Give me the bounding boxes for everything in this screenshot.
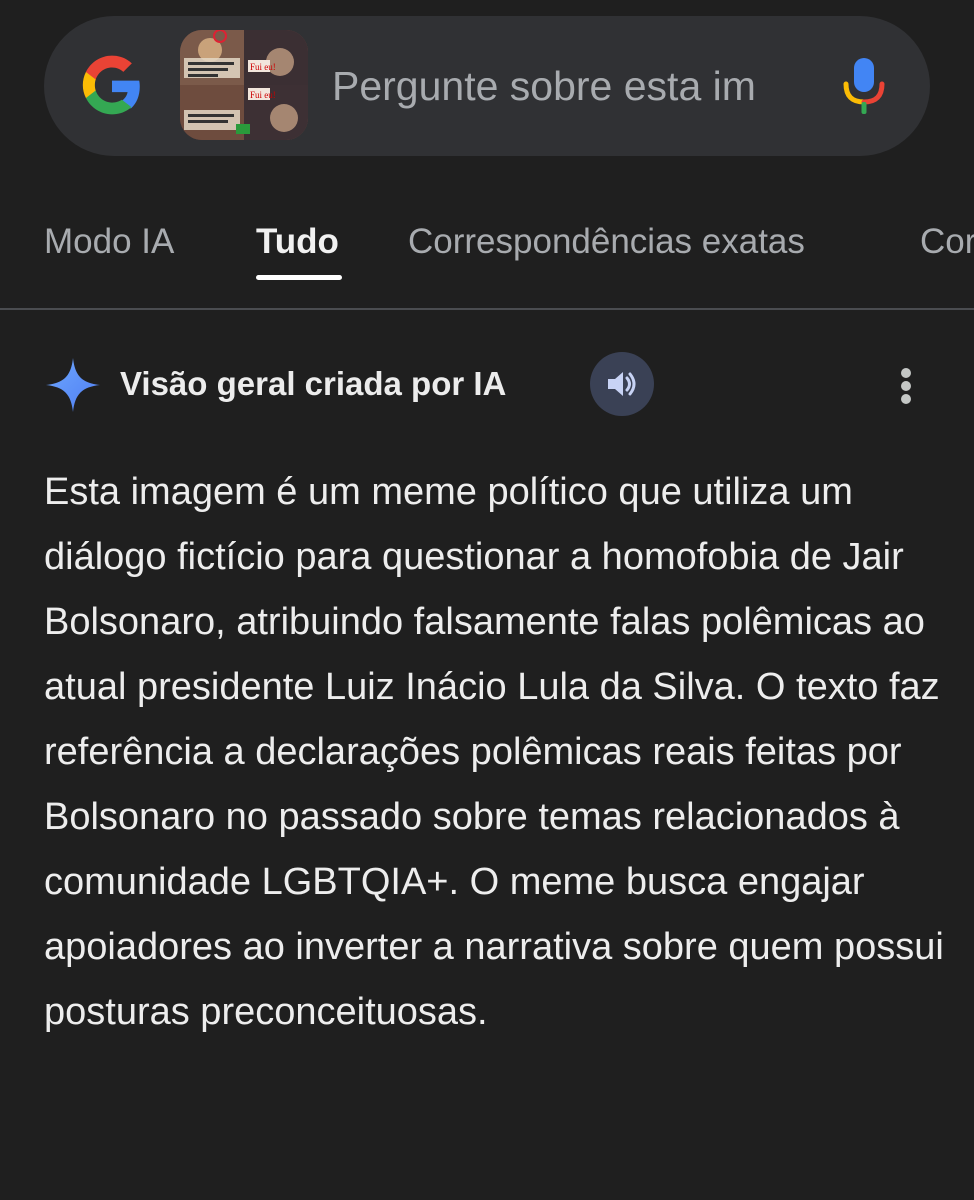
sparkle-icon xyxy=(46,358,100,412)
active-tab-indicator xyxy=(256,275,342,280)
google-logo-icon[interactable] xyxy=(78,52,146,120)
tab-modo-ia[interactable]: Modo IA xyxy=(44,220,174,264)
search-tabs: Modo IA Tudo Correspondências exatas Cor xyxy=(0,200,974,308)
meme-thumbnail-image: Fui eu! Fui eu! xyxy=(180,30,308,140)
tab-tudo[interactable]: Tudo xyxy=(256,220,339,264)
listen-button[interactable] xyxy=(590,352,654,416)
tabs-divider xyxy=(0,308,974,310)
ai-overview-title: Visão geral criada por IA xyxy=(120,365,507,402)
tab-correspondencias-exatas[interactable]: Correspondências exatas xyxy=(408,220,805,264)
more-vert-icon[interactable] xyxy=(888,362,924,410)
search-input[interactable]: Pergunte sobre esta im xyxy=(332,60,802,112)
microphone-icon[interactable] xyxy=(840,56,888,116)
thumb-text-2: Fui eu! xyxy=(250,90,276,100)
speaker-icon xyxy=(608,372,636,396)
ai-overview-text: Esta imagem é um meme político que utili… xyxy=(44,471,944,1033)
tab-more[interactable]: Cor xyxy=(920,220,974,264)
query-image-thumbnail[interactable]: Fui eu! Fui eu! xyxy=(180,30,308,140)
thumb-text-1: Fui eu! xyxy=(250,62,276,72)
